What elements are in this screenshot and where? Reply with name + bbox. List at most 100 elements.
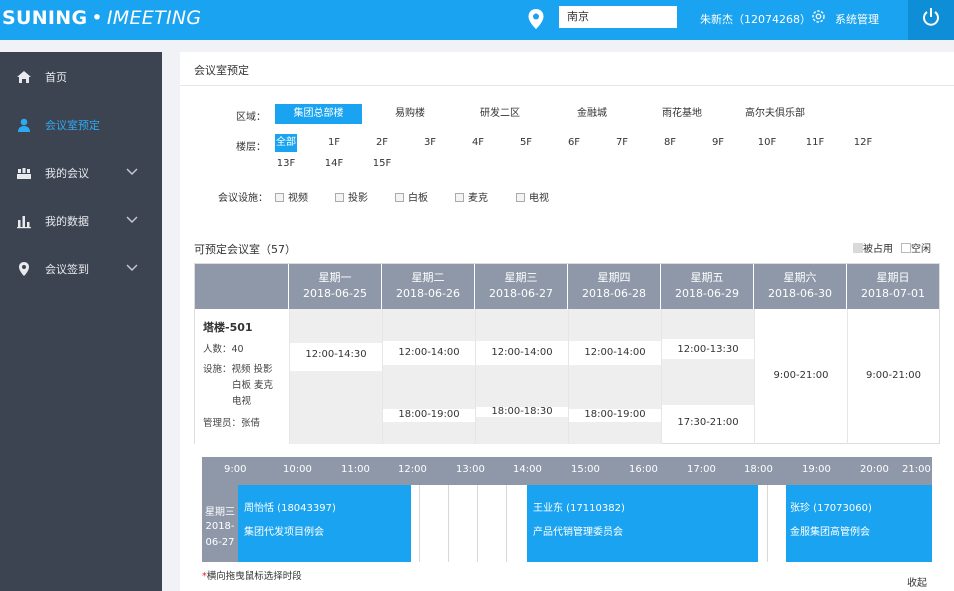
- timeline-gridline: [448, 485, 449, 562]
- facility-label-text: 麦克: [468, 193, 488, 204]
- area-option[interactable]: 金融城: [572, 104, 612, 124]
- gear-icon[interactable]: [810, 8, 827, 25]
- facility-checkbox-tv[interactable]: 电视: [516, 189, 549, 204]
- free-slot[interactable]: 18:00-18:30: [476, 406, 568, 417]
- floor-option[interactable]: 8F: [659, 134, 681, 152]
- sidebar-item-label: 会议室预定: [45, 119, 100, 132]
- day-column[interactable]: 12:00-13:30 17:30-21:00: [661, 309, 754, 444]
- area-option[interactable]: 集团总部楼: [275, 104, 362, 124]
- free-slot[interactable]: 12:00-14:00: [383, 347, 475, 358]
- sidebar-item-my-data[interactable]: 我的数据: [0, 205, 162, 235]
- free-slot[interactable]: 12:00-14:30: [290, 349, 382, 360]
- day-column[interactable]: 9:00-21:00: [847, 309, 939, 444]
- day-header: 星期六 2018-06-30: [754, 264, 847, 309]
- occupied-block: [383, 422, 475, 444]
- day-column[interactable]: 12:00-14:30: [289, 309, 382, 444]
- room-name: 塔楼-501: [203, 321, 253, 334]
- booking-block[interactable]: 张珍 (17073060) 金服集团高管例会: [786, 485, 932, 562]
- free-slot[interactable]: 9:00-21:00: [848, 370, 939, 381]
- sidebar-item-label: 会议签到: [45, 263, 89, 276]
- day-column[interactable]: 12:00-14:00 18:00-19:00: [568, 309, 661, 444]
- sidebar-item-my-meetings[interactable]: 我的会议: [0, 157, 162, 187]
- checkbox[interactable]: [335, 193, 344, 202]
- checkbox[interactable]: [395, 193, 404, 202]
- floor-option[interactable]: 10F: [754, 134, 780, 152]
- booking-block[interactable]: 王业东 (17110382) 产品代销管理委员会: [527, 485, 758, 562]
- floor-option[interactable]: 15F: [370, 155, 394, 173]
- room-facilities: 白板 麦克: [232, 380, 274, 391]
- sidebar-item-room-booking[interactable]: 会议室预定: [0, 109, 162, 139]
- hour-tick: 12:00: [398, 464, 427, 475]
- legend-free: 空闲: [901, 240, 931, 255]
- hint-text: 横向拖曳鼠标选择时段: [206, 571, 302, 582]
- floor-option[interactable]: 5F: [515, 134, 537, 152]
- occupied-block: [383, 309, 475, 341]
- floor-option[interactable]: 1F: [323, 134, 345, 152]
- weekday: 星期二: [411, 271, 445, 284]
- booking-topic: 集团代发项目例会: [244, 527, 324, 538]
- facility-checkbox-mic[interactable]: 麦克: [455, 189, 488, 204]
- sidebar-item-check-in[interactable]: 会议签到: [0, 253, 162, 283]
- date: 2018-06-30: [768, 287, 832, 300]
- free-slot[interactable]: 17:30-21:00: [662, 417, 754, 428]
- floor-option[interactable]: 13F: [274, 155, 298, 173]
- floor-option[interactable]: 4F: [467, 134, 489, 152]
- free-slot[interactable]: 18:00-19:00: [383, 409, 475, 420]
- facility-checkbox-video[interactable]: 视频: [275, 189, 308, 204]
- chevron-down-icon: [126, 264, 138, 271]
- page-title: 会议室预定: [194, 64, 249, 77]
- facility-checkbox-whiteboard[interactable]: 白板: [395, 189, 428, 204]
- day-timeline[interactable]: 9:00 10:00 11:00 12:00 13:00 14:00 15:00…: [202, 457, 932, 562]
- city-select[interactable]: 南京: [559, 6, 677, 28]
- occupied-block: [662, 309, 754, 339]
- timeline-date: 2018-: [205, 521, 235, 532]
- area-option[interactable]: 研发二区: [476, 104, 524, 124]
- floor-option[interactable]: 9F: [707, 134, 729, 152]
- facility-label: 会议设施：: [218, 193, 268, 204]
- weekday: 星期一: [318, 271, 352, 284]
- checkbox[interactable]: [455, 193, 464, 202]
- booking-block[interactable]: 周怡恬 (18043397) 集团代发项目例会: [238, 485, 411, 562]
- room-capacity: 人数：40: [203, 344, 244, 355]
- timeline-gridline: [419, 485, 420, 562]
- collapse-link[interactable]: 收起: [907, 574, 927, 589]
- day-column[interactable]: 9:00-21:00: [754, 309, 847, 444]
- logout-button[interactable]: [908, 0, 954, 40]
- system-management-link[interactable]: 系统管理: [835, 11, 879, 27]
- free-slot[interactable]: 9:00-21:00: [755, 370, 847, 381]
- floor-option[interactable]: 7F: [611, 134, 633, 152]
- app-logo[interactable]: SUNING • IMEETING: [2, 7, 201, 29]
- sidebar-item-home[interactable]: 首页: [0, 61, 162, 91]
- timeline-day-label: 星期三 2018- 06-27: [202, 485, 238, 562]
- checkbox[interactable]: [275, 193, 284, 202]
- floor-option[interactable]: 全部: [275, 134, 297, 152]
- room-facilities: 设施：视频 投影: [203, 364, 273, 375]
- area-option[interactable]: 易购楼: [390, 104, 430, 124]
- floor-option[interactable]: 12F: [850, 134, 876, 152]
- room-info[interactable]: 塔楼-501 人数：40 设施：视频 投影 白板 麦克 电视 管理员：张倩: [195, 309, 289, 444]
- floor-option[interactable]: 3F: [419, 134, 441, 152]
- floor-option[interactable]: 6F: [563, 134, 585, 152]
- floor-option[interactable]: 2F: [371, 134, 393, 152]
- free-slot[interactable]: 12:00-13:30: [662, 344, 754, 355]
- timeline-weekday: 星期三: [205, 507, 235, 518]
- free-slot[interactable]: 12:00-14:00: [476, 347, 568, 358]
- area-option[interactable]: 雨花基地: [658, 104, 706, 124]
- timeline-date: 06-27: [205, 537, 235, 548]
- location-icon: [19, 262, 29, 276]
- area-option[interactable]: 高尔夫俱乐部: [740, 104, 810, 124]
- room-column-header: [195, 264, 289, 309]
- legend-label: 空闲: [911, 244, 931, 255]
- divider: [180, 85, 954, 86]
- checkbox[interactable]: [516, 193, 525, 202]
- meeting-icon: [17, 168, 31, 179]
- occupied-block: [476, 417, 568, 444]
- facility-label-text: 白板: [408, 193, 428, 204]
- floor-option[interactable]: 11F: [802, 134, 828, 152]
- free-slot[interactable]: 18:00-19:00: [569, 409, 661, 420]
- facility-checkbox-projector[interactable]: 投影: [335, 189, 368, 204]
- floor-option[interactable]: 14F: [322, 155, 346, 173]
- day-column[interactable]: 12:00-14:00 18:00-19:00: [382, 309, 475, 444]
- day-column[interactable]: 12:00-14:00 18:00-18:30: [475, 309, 568, 444]
- free-slot[interactable]: 12:00-14:00: [569, 347, 661, 358]
